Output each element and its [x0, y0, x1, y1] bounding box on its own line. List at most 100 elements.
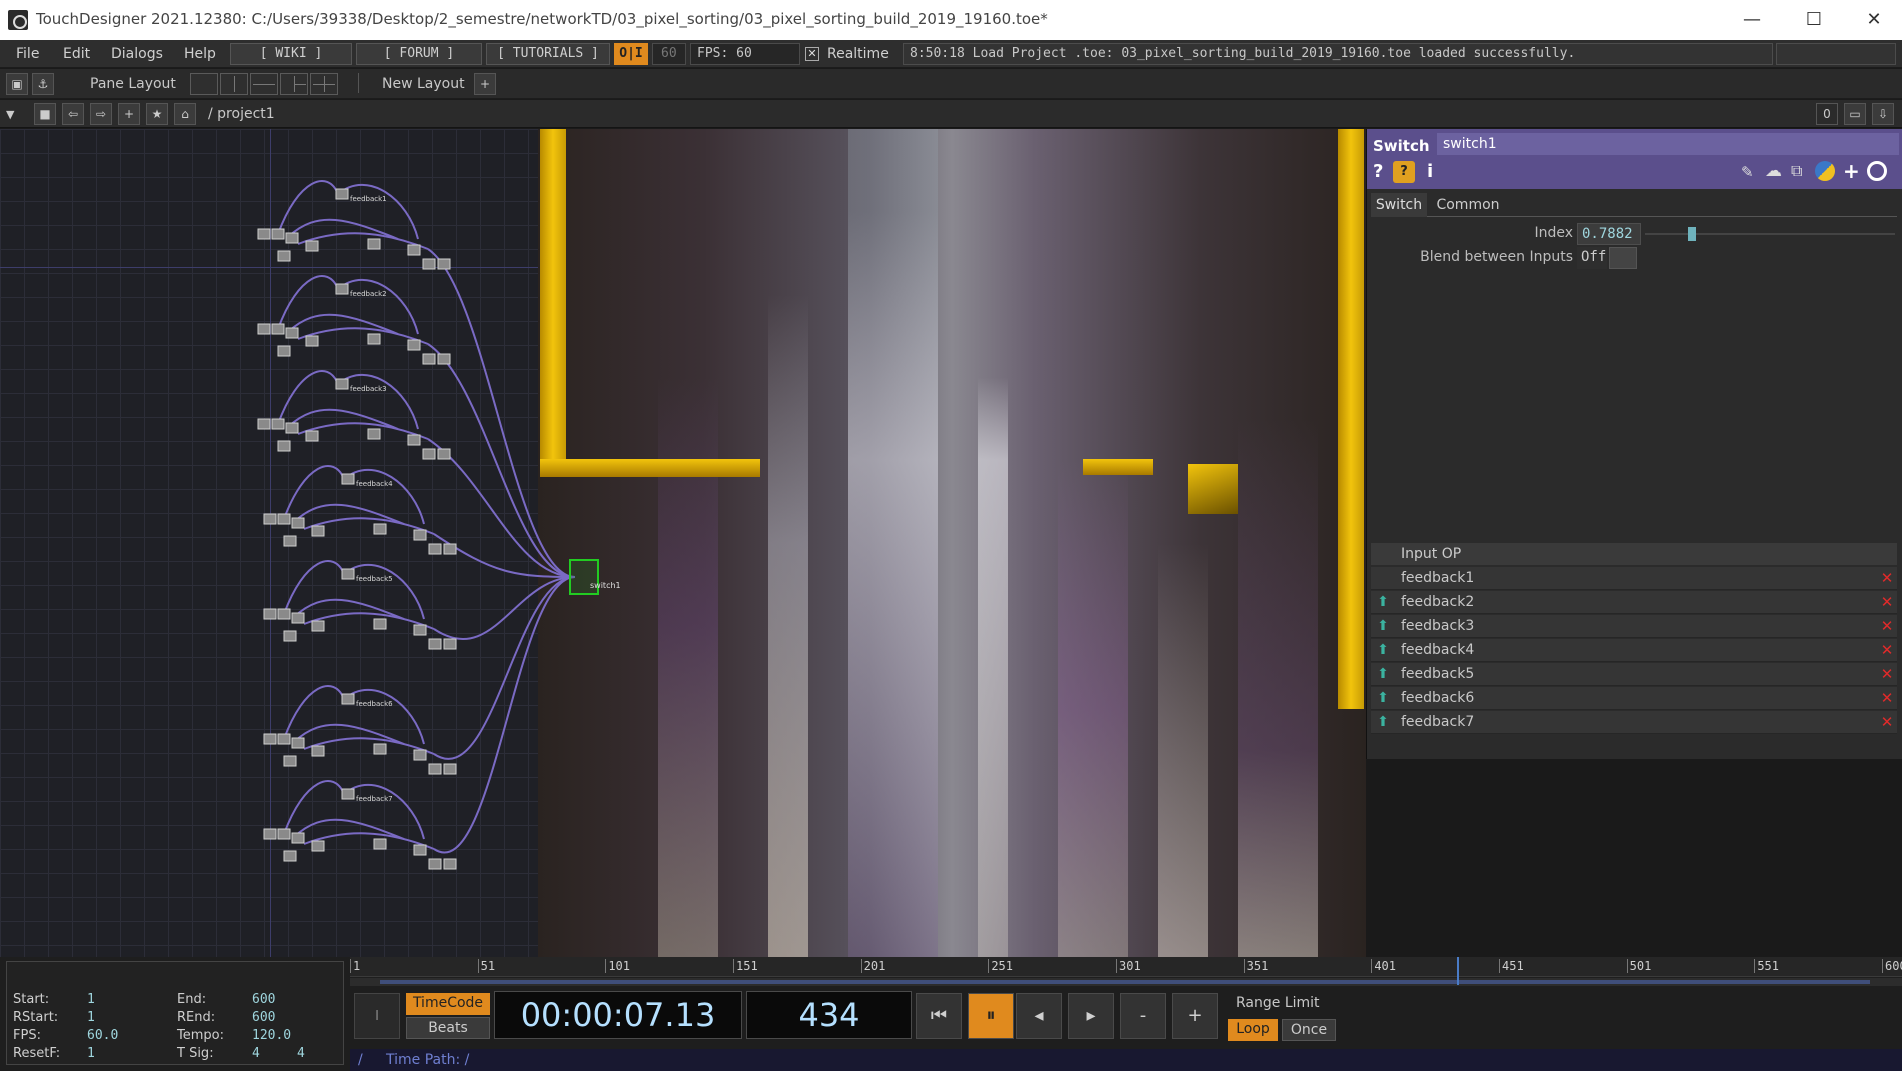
- step-back-icon[interactable]: ◂: [1016, 993, 1062, 1039]
- input-op-name[interactable]: feedback5: [1401, 666, 1474, 682]
- index-field[interactable]: 0.7882: [1577, 223, 1641, 245]
- input-op-row[interactable]: ⬆ feedback2 ✕: [1371, 591, 1897, 614]
- network-editor[interactable]: feedback1 feedback2 feedback3 feedback4 feed…: [0, 129, 1366, 957]
- input-op-name[interactable]: feedback1: [1401, 570, 1474, 586]
- operator-node[interactable]: [428, 763, 442, 775]
- move-up-icon[interactable]: ⬆: [1375, 618, 1391, 634]
- operator-node[interactable]: [257, 418, 271, 430]
- input-op-row[interactable]: feedback1 ✕: [1371, 567, 1897, 590]
- layout-three-button[interactable]: [280, 73, 308, 95]
- operator-node[interactable]: [291, 737, 305, 749]
- remove-input-icon[interactable]: ✕: [1879, 642, 1895, 658]
- operator-node[interactable]: [277, 345, 291, 357]
- timecode-display[interactable]: 00:00:07.13: [494, 991, 742, 1039]
- operator-node[interactable]: [407, 339, 421, 351]
- input-op-row[interactable]: ⬆ feedback4 ✕: [1371, 639, 1897, 662]
- time-path-root[interactable]: /: [358, 1052, 363, 1068]
- add-icon[interactable]: +: [118, 103, 140, 125]
- network-path[interactable]: / project1: [208, 106, 275, 122]
- input-op-name[interactable]: feedback3: [1401, 618, 1474, 634]
- close-button[interactable]: ✕: [1846, 4, 1902, 36]
- layout-single-button[interactable]: [190, 73, 218, 95]
- operator-node[interactable]: [407, 434, 421, 446]
- plus-icon[interactable]: +: [1843, 159, 1860, 183]
- operator-node[interactable]: [373, 838, 387, 850]
- operator-node[interactable]: [305, 240, 319, 252]
- operator-node[interactable]: [271, 228, 285, 240]
- input-op-name[interactable]: feedback7: [1401, 714, 1474, 730]
- remove-input-icon[interactable]: ✕: [1879, 666, 1895, 682]
- clone-icon[interactable]: ⧉: [1791, 161, 1802, 181]
- forum-button[interactable]: [ FORUM ]: [356, 43, 482, 65]
- operator-node[interactable]: [428, 858, 442, 870]
- layout-hsplit-button[interactable]: [250, 73, 278, 95]
- pane-menu-icon[interactable]: ▼: [6, 108, 14, 121]
- operator-node[interactable]: [311, 745, 325, 757]
- pane-split-icon[interactable]: ⚓: [32, 73, 54, 95]
- frame-display[interactable]: 434: [746, 991, 912, 1039]
- operator-node[interactable]: [422, 448, 436, 460]
- input-op-name[interactable]: feedback2: [1401, 594, 1474, 610]
- remove-input-icon[interactable]: ✕: [1879, 690, 1895, 706]
- operator-node[interactable]: [277, 733, 291, 745]
- end-value[interactable]: 600: [252, 992, 275, 1007]
- operator-node[interactable]: [305, 430, 319, 442]
- tempo-value[interactable]: 120.0: [252, 1028, 291, 1043]
- operator-node[interactable]: [443, 858, 457, 870]
- tab-switch[interactable]: Switch: [1371, 193, 1427, 217]
- operator-node[interactable]: [373, 743, 387, 755]
- operator-node[interactable]: [367, 333, 381, 345]
- operator-node[interactable]: [285, 327, 299, 339]
- timecode-button[interactable]: TimeCode: [406, 993, 490, 1015]
- rstart-value[interactable]: 1: [87, 1010, 95, 1025]
- operator-node[interactable]: [373, 618, 387, 630]
- operator-node[interactable]: [413, 844, 427, 856]
- operator-node[interactable]: [335, 283, 349, 295]
- operator-node[interactable]: [283, 755, 297, 767]
- increment-icon[interactable]: +: [1172, 993, 1218, 1039]
- operator-node[interactable]: [413, 624, 427, 636]
- step-forward-icon[interactable]: ▸: [1068, 993, 1114, 1039]
- add-layout-icon[interactable]: +: [474, 73, 496, 95]
- viewer-toggle-icon[interactable]: ▣: [6, 73, 28, 95]
- time-slider-handle[interactable]: I: [354, 993, 400, 1039]
- timeline-ruler[interactable]: 151101151201251301351401451501551600: [350, 957, 1902, 977]
- operator-node[interactable]: [291, 612, 305, 624]
- operator-node[interactable]: [341, 473, 355, 485]
- operator-node[interactable]: [283, 630, 297, 642]
- index-slider-track[interactable]: [1645, 233, 1895, 235]
- minimize-button[interactable]: —: [1724, 4, 1780, 36]
- rend-value[interactable]: 600: [252, 1010, 275, 1025]
- menu-dialogs[interactable]: Dialogs: [111, 46, 163, 62]
- operator-node[interactable]: [443, 543, 457, 555]
- operator-node[interactable]: [335, 188, 349, 200]
- forward-arrow-icon[interactable]: ⇨: [90, 103, 112, 125]
- target-icon[interactable]: [1867, 161, 1887, 181]
- operator-node[interactable]: [311, 840, 325, 852]
- operator-node[interactable]: [311, 525, 325, 537]
- operator-node[interactable]: [271, 418, 285, 430]
- operator-node[interactable]: [437, 258, 451, 270]
- home-icon[interactable]: ⌂: [174, 103, 196, 125]
- edit-pencil-icon[interactable]: ✎: [1741, 163, 1754, 181]
- op-name-field[interactable]: switch1: [1437, 133, 1899, 155]
- start-value[interactable]: 1: [87, 992, 95, 1007]
- playhead[interactable]: [1457, 957, 1460, 985]
- tab-common[interactable]: Common: [1433, 193, 1503, 217]
- move-up-icon[interactable]: ⬆: [1375, 666, 1391, 682]
- operator-node[interactable]: [437, 353, 451, 365]
- operator-node[interactable]: [283, 535, 297, 547]
- input-op-name[interactable]: feedback4: [1401, 642, 1474, 658]
- tutorials-button[interactable]: [ TUTORIALS ]: [486, 43, 610, 65]
- maximize-button[interactable]: ☐: [1786, 4, 1842, 36]
- operator-node[interactable]: [271, 323, 285, 335]
- node-graph[interactable]: feedback1 feedback2 feedback3 feedback4 feed…: [0, 129, 640, 957]
- operator-node[interactable]: [291, 517, 305, 529]
- operator-node[interactable]: [277, 440, 291, 452]
- info-icon[interactable]: i: [1427, 161, 1433, 182]
- timeline-range-bar[interactable]: [350, 978, 1902, 986]
- fps-value[interactable]: 60.0: [87, 1028, 118, 1043]
- python-icon[interactable]: [1815, 161, 1835, 181]
- decrement-icon[interactable]: -: [1120, 993, 1166, 1039]
- once-button[interactable]: Once: [1282, 1019, 1336, 1041]
